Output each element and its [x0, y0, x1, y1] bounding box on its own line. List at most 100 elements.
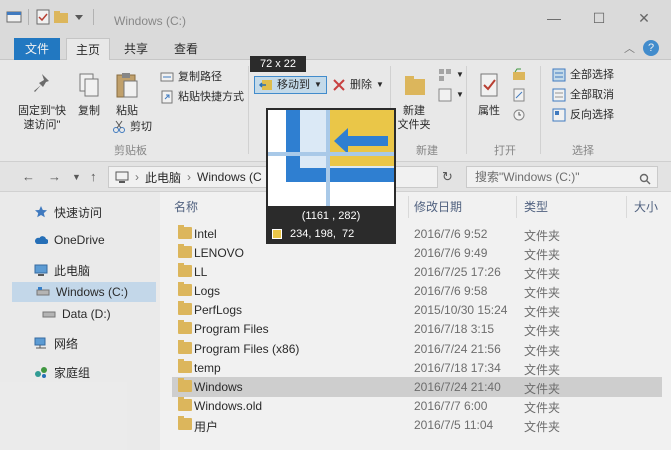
dropdown-arrow-icon: ▼: [456, 90, 464, 99]
properties-qat-icon[interactable]: [35, 9, 51, 25]
file-name: 用户: [194, 420, 219, 434]
tab-home[interactable]: 主页: [66, 38, 110, 60]
nav-network[interactable]: 网络: [34, 333, 78, 353]
table-row[interactable]: LENOVO 2016/7/6 9:49 文件夹: [172, 243, 662, 263]
maximize-button[interactable]: ☐: [591, 10, 607, 26]
column-header-size[interactable]: 大小: [634, 198, 658, 215]
open-button[interactable]: [512, 66, 526, 84]
paste-shortcut-button[interactable]: 粘贴快捷方式: [160, 88, 244, 106]
recent-locations-icon[interactable]: ▼: [72, 172, 81, 182]
paste-shortcut-icon: [160, 90, 174, 104]
breadcrumb-this-pc[interactable]: 此电脑: [145, 169, 181, 186]
copy-path-label: 复制路径: [178, 71, 222, 83]
file-name: Windows: [194, 380, 243, 394]
new-folder-button[interactable]: 新建 文件夹: [396, 70, 432, 132]
history-icon: [512, 108, 526, 122]
column-header-date[interactable]: 修改日期: [414, 198, 462, 215]
collapse-ribbon-icon[interactable]: ︿: [624, 40, 635, 56]
copy-path-button[interactable]: 复制路径: [160, 68, 222, 86]
file-date: 2016/7/25 17:26: [414, 265, 501, 279]
table-row[interactable]: Program Files 2016/7/18 3:15 文件夹: [172, 319, 662, 339]
cut-button[interactable]: 剪切: [112, 118, 152, 136]
edit-icon: [512, 88, 526, 102]
minimize-button[interactable]: —: [546, 10, 562, 26]
column-separator[interactable]: [516, 196, 517, 218]
back-arrow-icon[interactable]: ←: [22, 169, 35, 184]
file-type: 文件夹: [524, 382, 561, 396]
computer-icon: [115, 171, 129, 183]
column-header-name[interactable]: 名称: [174, 198, 198, 215]
select-none-icon: [552, 88, 566, 102]
new-folder-label: 新建 文件夹: [397, 105, 431, 131]
table-row[interactable]: Program Files (x86) 2016/7/24 21:56 文件夹: [172, 339, 662, 359]
properties-label: 属性: [478, 105, 500, 117]
column-header-type[interactable]: 类型: [524, 198, 548, 215]
refresh-icon[interactable]: ↻: [442, 169, 453, 185]
select-all-button[interactable]: 全部选择: [552, 66, 614, 84]
folder-icon: [178, 397, 192, 411]
tab-file[interactable]: 文件: [14, 38, 60, 60]
forward-arrow-icon[interactable]: →: [48, 169, 61, 184]
folder-icon: [178, 416, 192, 430]
nav-onedrive[interactable]: OneDrive: [34, 230, 105, 250]
table-row[interactable]: Intel 2016/7/6 9:52 文件夹: [172, 224, 662, 244]
history-button[interactable]: [512, 106, 526, 124]
tab-view[interactable]: 查看: [164, 38, 208, 60]
nav-windows-c[interactable]: Windows (C:): [12, 282, 156, 302]
folder-icon: [178, 225, 192, 239]
open-icon: [512, 68, 526, 82]
folder-icon: [178, 244, 192, 258]
file-type: 文件夹: [524, 305, 561, 319]
network-icon: [34, 336, 48, 350]
table-row[interactable]: Windows.old 2016/7/7 6:00 文件夹: [172, 396, 662, 416]
table-row[interactable]: LL 2016/7/25 17:26 文件夹: [172, 262, 662, 282]
copy-button[interactable]: 复制: [74, 70, 104, 118]
nav-quick-access[interactable]: 快速访问: [34, 202, 102, 222]
delete-icon: [332, 78, 346, 92]
magnified-pixels: [268, 110, 394, 206]
navigation-pane: 快速访问 OneDrive 此电脑 Windows (C:) Data (D:)…: [0, 192, 160, 450]
invert-selection-button[interactable]: 反向选择: [552, 106, 614, 124]
close-button[interactable]: ✕: [636, 10, 652, 26]
table-row[interactable]: 用户 2016/7/5 11:04 文件夹: [172, 415, 662, 435]
cut-label: 剪切: [130, 121, 152, 133]
help-icon[interactable]: ?: [643, 40, 659, 56]
file-type: 文件夹: [524, 286, 561, 300]
column-separator[interactable]: [626, 196, 627, 218]
title-bar: Windows (C:) — ☐ ✕: [0, 0, 671, 36]
select-none-button[interactable]: 全部取消: [552, 86, 614, 104]
delete-button[interactable]: 删除 ▼: [332, 76, 384, 94]
table-row[interactable]: temp 2016/7/18 17:34 文件夹: [172, 358, 662, 378]
file-name: LL: [194, 265, 208, 279]
breadcrumb-windows-c[interactable]: Windows (C: [197, 170, 262, 184]
nav-this-pc[interactable]: 此电脑: [34, 260, 90, 280]
customize-qat-icon[interactable]: [71, 9, 87, 25]
column-separator[interactable]: [408, 196, 409, 218]
file-list: 名称 修改日期 类型 大小 Intel 2016/7/6 9:52 文件夹 LENO…: [160, 192, 671, 450]
easy-access-icon: [438, 88, 452, 102]
tab-share[interactable]: 共享: [114, 38, 158, 60]
edit-button[interactable]: [512, 86, 526, 104]
table-row[interactable]: Logs 2016/7/6 9:58 文件夹: [172, 281, 662, 301]
nav-windows-c-label: Windows (C:): [56, 285, 129, 299]
nav-data-d-label: Data (D:): [62, 307, 111, 321]
easy-access-button[interactable]: ▼: [438, 86, 464, 104]
pin-label: 固定到"快 速访问": [18, 105, 66, 131]
search-box[interactable]: 搜索"Windows (C:)": [466, 166, 658, 188]
quick-access-toolbar: [6, 9, 98, 25]
nav-homegroup[interactable]: 家庭组: [34, 362, 90, 382]
table-row[interactable]: Windows 2016/7/24 21:40 文件夹: [172, 377, 662, 397]
new-folder-qat-icon[interactable]: [53, 9, 69, 25]
file-type: 文件夹: [524, 344, 561, 358]
move-to-button[interactable]: 移动到 ▼: [254, 76, 327, 94]
file-name: temp: [194, 361, 221, 375]
properties-button[interactable]: 属性: [472, 70, 506, 118]
up-arrow-icon[interactable]: ↑: [90, 169, 97, 184]
new-item-button[interactable]: ▼: [438, 66, 464, 84]
paste-button[interactable]: 粘贴: [112, 70, 142, 118]
pin-quick-access-button[interactable]: 固定到"快 速访问": [14, 70, 70, 132]
nav-data-d[interactable]: Data (D:): [42, 304, 111, 324]
table-row[interactable]: PerfLogs 2015/10/30 15:24 文件夹: [172, 300, 662, 320]
drive-icon: [36, 285, 50, 299]
folder-icon: [178, 378, 192, 392]
